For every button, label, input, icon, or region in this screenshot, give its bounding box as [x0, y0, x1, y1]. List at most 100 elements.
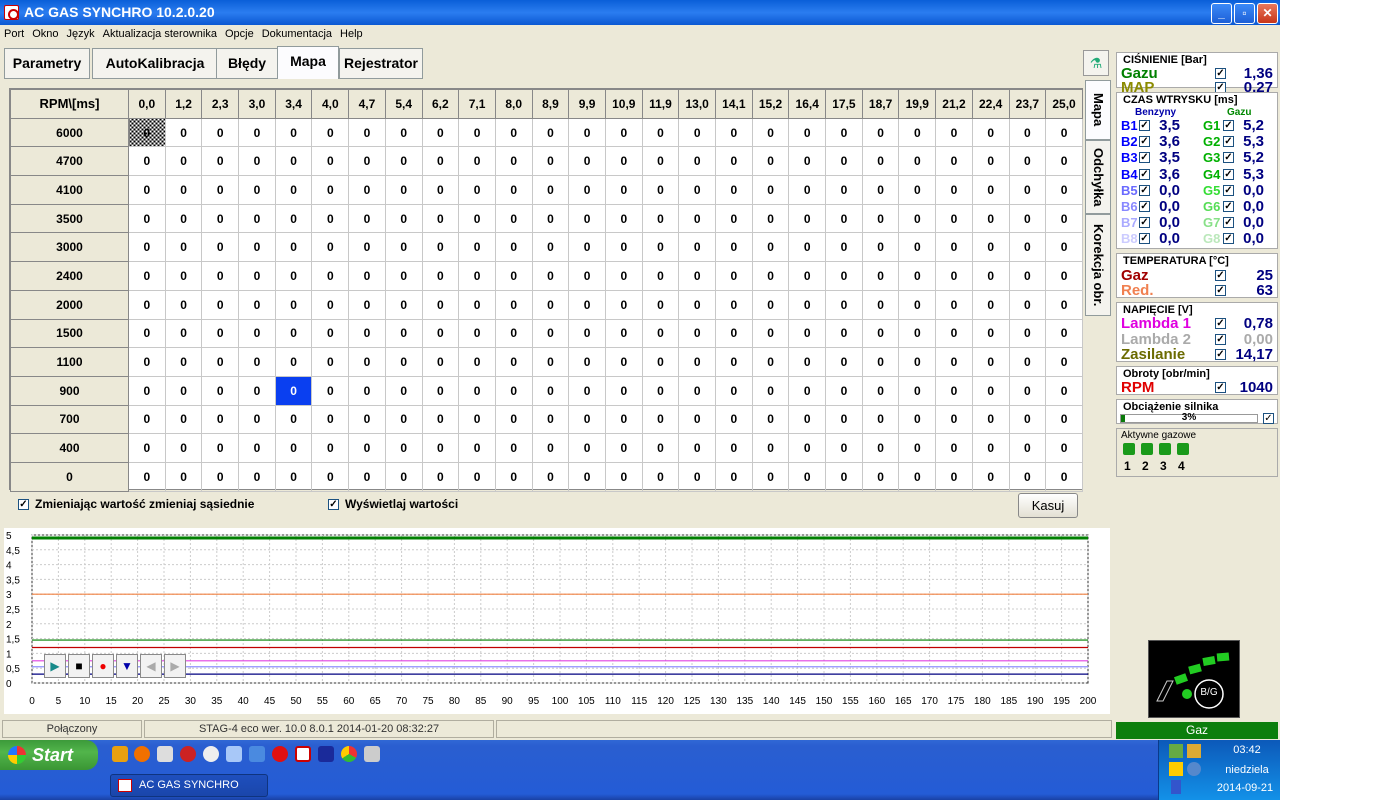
map-cell[interactable]: 0: [164, 146, 203, 177]
map-cell[interactable]: 0: [971, 146, 1010, 177]
gas-injector-checkbox[interactable]: ✓: [1223, 136, 1234, 148]
gas-injector-checkbox[interactable]: ✓: [1223, 184, 1234, 196]
map-cell[interactable]: 0: [1045, 289, 1083, 320]
map-cell[interactable]: 0: [935, 375, 973, 406]
map-cell[interactable]: 0: [788, 404, 827, 435]
map-cell[interactable]: 0: [641, 117, 680, 148]
map-cell[interactable]: 0: [458, 318, 496, 349]
map-cell[interactable]: 0: [935, 203, 973, 234]
quicklaunch-3-icon[interactable]: [157, 746, 173, 762]
gas-injector-checkbox[interactable]: ✓: [1223, 168, 1234, 180]
map-cell[interactable]: 0: [971, 404, 1010, 435]
map-cell[interactable]: 0: [1045, 318, 1083, 349]
map-cell[interactable]: 0: [164, 347, 203, 377]
quicklaunch-7-icon[interactable]: [249, 746, 265, 762]
next-button[interactable]: ▶: [164, 654, 186, 678]
map-cell[interactable]: 0: [898, 203, 937, 234]
menu-port[interactable]: Port: [0, 25, 28, 43]
map-cell[interactable]: 0: [604, 203, 643, 234]
prev-button[interactable]: ◀: [140, 654, 162, 678]
map-cell[interactable]: 0: [568, 261, 606, 291]
map-cell[interactable]: 0: [935, 175, 973, 205]
map-cell[interactable]: 0: [238, 404, 276, 435]
map-cell[interactable]: 0: [128, 117, 166, 148]
map-cell[interactable]: 0: [238, 261, 276, 291]
map-cell[interactable]: 0: [238, 375, 276, 406]
map-cell[interactable]: 0: [531, 375, 570, 406]
map-cell[interactable]: 0: [274, 404, 313, 435]
map-cell[interactable]: 0: [531, 175, 570, 205]
map-cell[interactable]: 0: [935, 232, 973, 263]
map-cell[interactable]: 0: [971, 318, 1010, 349]
map-cell[interactable]: 0: [971, 375, 1010, 406]
map-cell[interactable]: 0: [164, 433, 203, 463]
map-cell[interactable]: 0: [715, 375, 753, 406]
map-cell[interactable]: 0: [751, 404, 790, 435]
map-cell[interactable]: 0: [898, 433, 937, 463]
map-cell[interactable]: 0: [788, 232, 827, 263]
map-cell[interactable]: 0: [311, 433, 350, 463]
map-cell[interactable]: 0: [348, 433, 386, 463]
map-cell[interactable]: 0: [494, 289, 533, 320]
map-cell[interactable]: 0: [861, 375, 900, 406]
map-cell[interactable]: 0: [421, 433, 460, 463]
map-cell[interactable]: 0: [861, 347, 900, 377]
map-cell[interactable]: 0: [898, 404, 937, 435]
map-cell[interactable]: 0: [604, 433, 643, 463]
map-cell[interactable]: 0: [458, 461, 496, 492]
map-cell[interactable]: 0: [1045, 175, 1083, 205]
menu-dokumentacja[interactable]: Dokumentacja: [258, 25, 336, 43]
map-cell[interactable]: 0: [128, 175, 166, 205]
petrol-injector-checkbox[interactable]: ✓: [1139, 217, 1150, 229]
tab-parametry[interactable]: Parametry: [4, 48, 90, 79]
map-cell[interactable]: 0: [458, 289, 496, 320]
map-cell[interactable]: 0: [898, 347, 937, 377]
map-cell[interactable]: 0: [568, 175, 606, 205]
map-cell[interactable]: 0: [715, 289, 753, 320]
map-cell[interactable]: 0: [311, 203, 350, 234]
map-cell[interactable]: 0: [861, 203, 900, 234]
map-cell[interactable]: 0: [274, 375, 313, 406]
stop-button[interactable]: ■: [68, 654, 90, 678]
minimize-button[interactable]: _: [1211, 3, 1232, 24]
map-cell[interactable]: 0: [238, 232, 276, 263]
map-cell[interactable]: 0: [1008, 375, 1047, 406]
map-cell[interactable]: 0: [788, 146, 827, 177]
petrol-injector-checkbox[interactable]: ✓: [1139, 184, 1150, 196]
map-cell[interactable]: 0: [788, 175, 827, 205]
map-cell[interactable]: 0: [678, 203, 716, 234]
maximize-button[interactable]: ▫: [1234, 3, 1255, 24]
map-cell[interactable]: 0: [641, 261, 680, 291]
map-cell[interactable]: 0: [238, 461, 276, 492]
quicklaunch-10-icon[interactable]: [318, 746, 334, 762]
map-cell[interactable]: 0: [421, 375, 460, 406]
map-cell[interactable]: 0: [494, 146, 533, 177]
map-cell[interactable]: 0: [1045, 375, 1083, 406]
map-cell[interactable]: 0: [1008, 146, 1047, 177]
map-cell[interactable]: 0: [201, 461, 240, 492]
map-cell[interactable]: 0: [678, 347, 716, 377]
map-cell[interactable]: 0: [274, 289, 313, 320]
map-cell[interactable]: 0: [384, 289, 423, 320]
map-cell[interactable]: 0: [458, 261, 496, 291]
map-cell[interactable]: 0: [494, 175, 533, 205]
map-cell[interactable]: 0: [494, 433, 533, 463]
map-cell[interactable]: 0: [898, 375, 937, 406]
map-cell[interactable]: 0: [641, 433, 680, 463]
map-cell[interactable]: 0: [568, 318, 606, 349]
lambda2-checkbox[interactable]: ✓: [1215, 334, 1226, 345]
map-cell[interactable]: 0: [715, 433, 753, 463]
gas-temp-checkbox[interactable]: ✓: [1215, 270, 1226, 281]
map-cell[interactable]: 0: [274, 261, 313, 291]
map-cell[interactable]: 0: [641, 375, 680, 406]
petrol-injector-checkbox[interactable]: ✓: [1139, 168, 1150, 180]
map-cell[interactable]: 0: [421, 347, 460, 377]
tab-mapa[interactable]: Mapa: [277, 46, 339, 79]
gas-injector-checkbox[interactable]: ✓: [1223, 217, 1234, 229]
map-cell[interactable]: 0: [201, 175, 240, 205]
map-cell[interactable]: 0: [641, 203, 680, 234]
map-cell[interactable]: 0: [568, 461, 606, 492]
map-cell[interactable]: 0: [1008, 433, 1047, 463]
map-cell[interactable]: 0: [201, 404, 240, 435]
map-cell[interactable]: 0: [788, 461, 827, 492]
